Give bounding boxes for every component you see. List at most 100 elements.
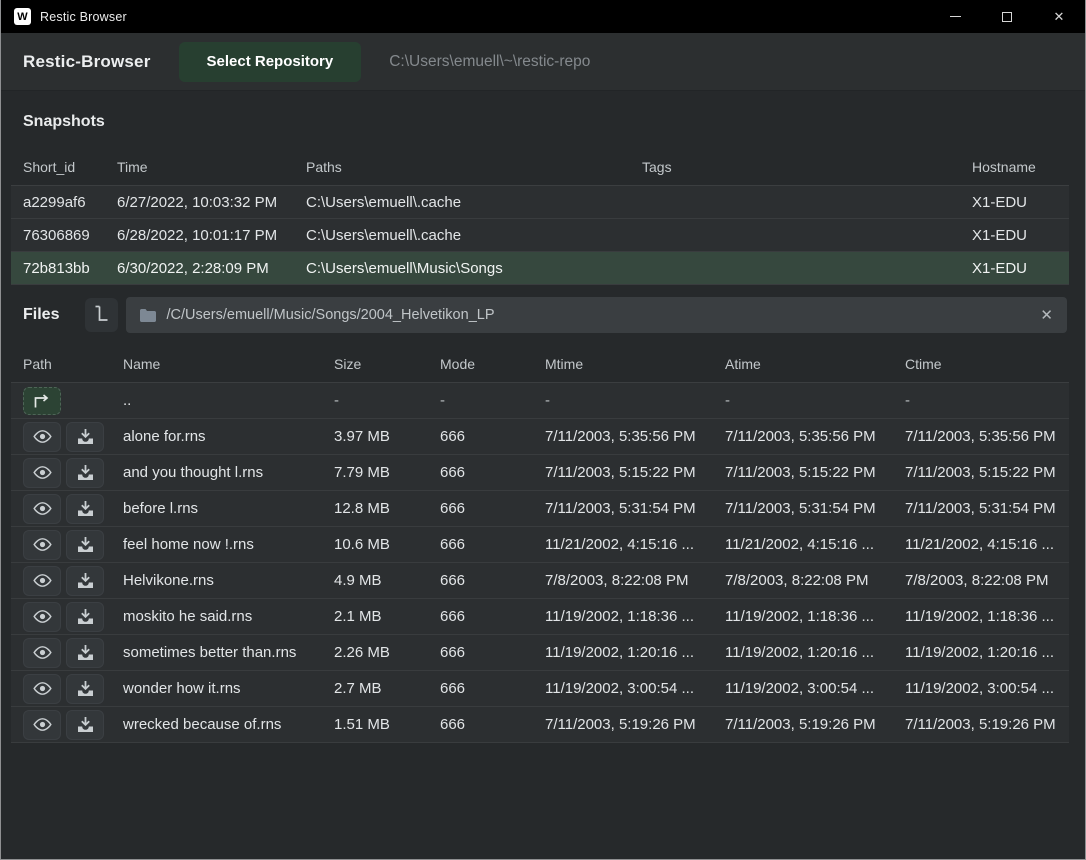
file-mode: -	[440, 392, 545, 409]
download-icon	[78, 681, 93, 697]
file-mtime: 11/19/2002, 1:18:36 ...	[545, 608, 725, 625]
go-to-parent-button[interactable]	[23, 387, 61, 415]
snapshot-short-id: a2299af6	[23, 194, 117, 211]
file-row[interactable]: wonder how it.rns2.7 MB66611/19/2002, 3:…	[11, 671, 1069, 707]
file-row[interactable]: alone for.rns3.97 MB6667/11/2003, 5:35:5…	[11, 419, 1069, 455]
eye-icon	[32, 465, 53, 480]
snapshot-time: 6/30/2022, 2:28:09 PM	[117, 260, 306, 277]
file-row[interactable]: wrecked because of.rns1.51 MB6667/11/200…	[11, 707, 1069, 743]
eye-icon	[32, 537, 53, 552]
preview-file-button[interactable]	[23, 566, 61, 596]
snapshot-row[interactable]: 72b813bb6/30/2022, 2:28:09 PMC:\Users\em…	[11, 252, 1069, 285]
minimize-button[interactable]	[929, 0, 981, 33]
file-row[interactable]: feel home now !.rns10.6 MB66611/21/2002,…	[11, 527, 1069, 563]
restore-file-button[interactable]	[66, 674, 104, 704]
preview-file-button[interactable]	[23, 458, 61, 488]
restore-file-button[interactable]	[66, 602, 104, 632]
snapshots-heading: Snapshots	[1, 91, 1085, 149]
parent-directory-row[interactable]: ..-----	[11, 383, 1069, 419]
preview-file-button[interactable]	[23, 710, 61, 740]
file-row[interactable]: sometimes better than.rns2.26 MB66611/19…	[11, 635, 1069, 671]
file-size: 4.9 MB	[334, 572, 440, 589]
close-button[interactable]: ✕	[1033, 0, 1085, 33]
file-row-actions	[23, 602, 123, 632]
preview-file-button[interactable]	[23, 602, 61, 632]
restore-file-button[interactable]	[66, 638, 104, 668]
eye-icon	[32, 573, 53, 588]
files-table-body: ..-----alone for.rns3.97 MB6667/11/2003,…	[11, 383, 1069, 743]
current-path-text: /C/Users/emuell/Music/Songs/2004_Helveti…	[166, 307, 494, 323]
parent-directory-icon	[32, 394, 52, 408]
snapshot-paths: C:\Users\emuell\.cache	[306, 227, 642, 244]
file-atime: 11/19/2002, 3:00:54 ...	[725, 680, 905, 697]
restore-file-button[interactable]	[66, 422, 104, 452]
file-size: 7.79 MB	[334, 464, 440, 481]
file-row[interactable]: moskito he said.rns2.1 MB66611/19/2002, …	[11, 599, 1069, 635]
toggle-tree-view-button[interactable]	[85, 298, 118, 332]
files-heading: Files	[23, 306, 59, 324]
file-mtime: 11/21/2002, 4:15:16 ...	[545, 536, 725, 553]
tree-view-icon	[94, 305, 109, 325]
file-row[interactable]: before l.rns12.8 MB6667/11/2003, 5:31:54…	[11, 491, 1069, 527]
file-name: before l.rns	[123, 500, 334, 517]
preview-file-button[interactable]	[23, 530, 61, 560]
file-mode: 666	[440, 716, 545, 733]
file-ctime: 7/11/2003, 5:19:26 PM	[905, 716, 1069, 733]
file-atime: -	[725, 392, 905, 409]
restore-file-button[interactable]	[66, 566, 104, 596]
file-row-actions	[23, 458, 123, 488]
app-name: Restic-Browser	[23, 52, 151, 72]
column-header-tags: Tags	[642, 159, 972, 175]
download-icon	[78, 645, 93, 661]
restore-file-button[interactable]	[66, 530, 104, 560]
restore-file-button[interactable]	[66, 710, 104, 740]
snapshot-row[interactable]: a2299af66/27/2022, 10:03:32 PMC:\Users\e…	[11, 186, 1069, 219]
titlebar: W Restic Browser ✕	[1, 0, 1085, 33]
file-mode: 666	[440, 572, 545, 589]
select-repository-button[interactable]: Select Repository	[179, 42, 362, 82]
snapshots-table-body: a2299af66/27/2022, 10:03:32 PMC:\Users\e…	[11, 186, 1069, 285]
file-row-actions	[23, 387, 123, 415]
repository-path: C:\Users\emuell\~\restic-repo	[389, 53, 590, 71]
preview-file-button[interactable]	[23, 494, 61, 524]
clear-path-button[interactable]: ✕	[1040, 306, 1053, 324]
file-ctime: 11/19/2002, 3:00:54 ...	[905, 680, 1069, 697]
eye-icon	[32, 645, 53, 660]
file-row[interactable]: and you thought l.rns7.79 MB666 7/11/2003…	[11, 455, 1069, 491]
download-icon	[78, 501, 93, 517]
column-header-paths: Paths	[306, 159, 642, 175]
file-name: feel home now !.rns	[123, 536, 334, 553]
restic-browser-window: W Restic Browser ✕ Restic-Browser Select…	[0, 0, 1086, 860]
file-row[interactable]: Helvikone.rns4.9 MB6667/8/2003, 8:22:08 …	[11, 563, 1069, 599]
restore-file-button[interactable]	[66, 494, 104, 524]
file-mtime: 7/11/2003, 5:31:54 PM	[545, 500, 725, 517]
column-header-ctime: Ctime	[905, 356, 1069, 372]
column-header-size: Size	[334, 356, 440, 372]
preview-file-button[interactable]	[23, 674, 61, 704]
app-header: Restic-Browser Select Repository C:\User…	[1, 33, 1085, 91]
file-row-actions	[23, 566, 123, 596]
file-ctime: 11/19/2002, 1:18:36 ...	[905, 608, 1069, 625]
file-path-field[interactable]: /C/Users/emuell/Music/Songs/2004_Helveti…	[126, 297, 1067, 333]
file-mode: 666	[440, 464, 545, 481]
file-mtime: 11/19/2002, 1:20:16 ...	[545, 644, 725, 661]
file-size: 2.7 MB	[334, 680, 440, 697]
eye-icon	[32, 717, 53, 732]
eye-icon	[32, 609, 53, 624]
file-size: 10.6 MB	[334, 536, 440, 553]
snapshot-row[interactable]: 763068696/28/2022, 10:01:17 PMC:\Users\e…	[11, 219, 1069, 252]
snapshot-hostname: X1-EDU	[972, 227, 1069, 244]
restore-file-button[interactable]	[66, 458, 104, 488]
snapshot-paths: C:\Users\emuell\Music\Songs	[306, 260, 642, 277]
maximize-button[interactable]	[981, 0, 1033, 33]
file-name: Helvikone.rns	[123, 572, 334, 589]
file-ctime: 7/11/2003, 5:15:22 PM	[905, 464, 1069, 481]
preview-file-button[interactable]	[23, 638, 61, 668]
folder-icon	[140, 309, 156, 322]
file-name: wonder how it.rns	[123, 680, 334, 697]
file-mode: 666	[440, 608, 545, 625]
preview-file-button[interactable]	[23, 422, 61, 452]
window-controls: ✕	[929, 0, 1085, 33]
file-name: and you thought l.rns	[123, 464, 334, 481]
file-mtime: -	[545, 392, 725, 409]
